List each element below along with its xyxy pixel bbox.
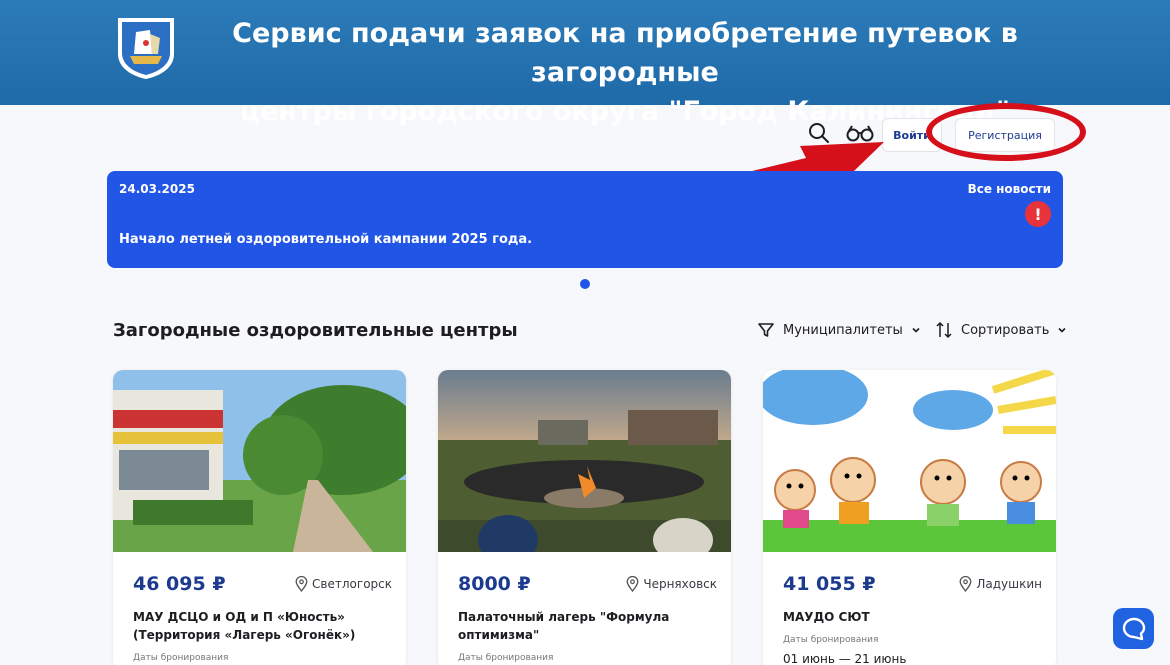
location-pin-icon xyxy=(959,576,972,592)
card-location: Черняховск xyxy=(626,576,717,592)
dates-label: Даты бронирования xyxy=(783,635,879,645)
chat-icon xyxy=(1122,617,1145,640)
camp-card[interactable]: 46 095 ₽ Светлогорск МАУ ДСЦО и ОД и П «… xyxy=(113,370,406,665)
chevron-down-icon xyxy=(912,327,920,333)
card-location: Светлогорск xyxy=(295,576,392,592)
news-date: 24.03.2025 xyxy=(119,182,195,196)
dates-value: 01 июнь — 21 июнь xyxy=(783,652,907,665)
sort-arrows-icon xyxy=(936,321,952,339)
card-location: Ладушкин xyxy=(959,576,1042,592)
sort-dropdown[interactable]: Сортировать xyxy=(935,321,1067,339)
crest-logo-icon[interactable] xyxy=(114,14,178,80)
card-price: 8000 ₽ xyxy=(458,573,531,595)
news-headline[interactable]: Начало летней оздоровительной кампании 2… xyxy=(119,232,532,247)
news-banner[interactable]: 24.03.2025 Все новости ! Начало летней о… xyxy=(107,171,1063,268)
title-line-1: Сервис подачи заявок на приобретение пут… xyxy=(232,18,1018,88)
location-pin-icon xyxy=(295,576,308,592)
section-title: Загородные оздоровительные центры xyxy=(113,320,518,341)
camp-card[interactable]: 8000 ₽ Черняховск Палаточный лагерь "Фор… xyxy=(438,370,731,665)
alert-icon: ! xyxy=(1025,201,1051,227)
card-location-label: Ладушкин xyxy=(976,577,1042,591)
card-price: 46 095 ₽ xyxy=(133,573,226,595)
card-title[interactable]: МАУ ДСЦО и ОД и П «Юность» (Территория «… xyxy=(133,608,393,644)
filter-label: Муниципалитеты xyxy=(783,322,903,338)
dates-label: Даты бронирования xyxy=(133,653,229,663)
card-title[interactable]: Палаточный лагерь "Формула оптимизма" xyxy=(458,608,718,644)
chevron-down-icon xyxy=(1058,327,1066,333)
card-image[interactable] xyxy=(438,370,731,565)
carousel-dot[interactable] xyxy=(580,279,590,289)
card-location-label: Черняховск xyxy=(643,577,717,591)
card-price: 41 055 ₽ xyxy=(783,573,876,595)
card-image[interactable] xyxy=(763,370,1056,552)
all-news-link[interactable]: Все новости xyxy=(968,182,1051,196)
location-pin-icon xyxy=(626,576,639,592)
camp-card[interactable]: 41 055 ₽ Ладушкин МАУДО СЮТ Даты брониро… xyxy=(763,370,1056,665)
dates-label: Даты бронирования xyxy=(458,653,554,663)
header-banner: Сервис подачи заявок на приобретение пут… xyxy=(0,0,1170,127)
card-location-label: Светлогорск xyxy=(312,577,392,591)
chat-button[interactable] xyxy=(1113,608,1154,649)
card-title[interactable]: МАУДО СЮТ xyxy=(783,608,1043,626)
municipality-filter[interactable]: Муниципалитеты xyxy=(757,321,921,339)
card-image[interactable] xyxy=(113,370,406,552)
sort-label: Сортировать xyxy=(961,322,1050,338)
filter-funnel-icon xyxy=(758,323,774,337)
annotation-ellipse xyxy=(926,103,1086,161)
